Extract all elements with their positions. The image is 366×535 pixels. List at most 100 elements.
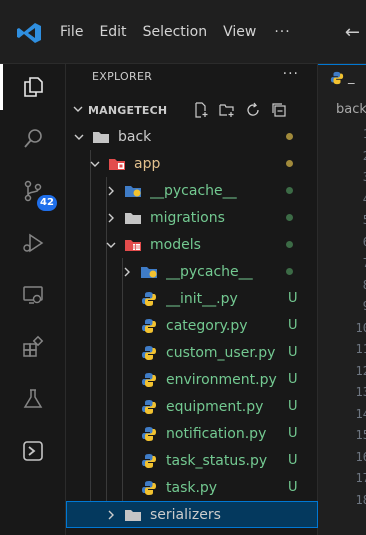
tree-item-label: equipment.py	[166, 398, 264, 415]
refresh-icon[interactable]	[244, 101, 262, 119]
line-number: 1	[318, 127, 366, 141]
new-file-icon[interactable]	[192, 101, 210, 119]
new-folder-icon[interactable]	[218, 101, 236, 119]
chevron-right-icon[interactable]	[120, 265, 134, 279]
activity-search[interactable]	[0, 116, 66, 162]
chevron-down-icon[interactable]	[88, 157, 102, 171]
chevron-down-icon	[72, 103, 84, 118]
git-status-dot	[286, 268, 293, 275]
breadcrumb[interactable]: back	[336, 102, 366, 117]
activity-extensions[interactable]	[0, 324, 66, 370]
chevron-down-icon[interactable]	[104, 238, 118, 252]
activity-terminal[interactable]	[0, 428, 66, 474]
workspace-section-header[interactable]: MANGETECH	[66, 98, 318, 122]
chevron-right-icon[interactable]	[104, 211, 118, 225]
folder-tree-item[interactable]: models	[66, 231, 318, 258]
app-folder-icon	[108, 156, 126, 172]
tree-item-label: notification.py	[166, 425, 267, 442]
activity-remote-explorer[interactable]	[0, 272, 66, 318]
activity-source-control[interactable]: 42	[0, 168, 66, 214]
tree-item-label: app	[134, 155, 161, 172]
menu-file[interactable]: File	[52, 0, 91, 64]
line-number: 16	[355, 449, 366, 464]
folder-tree-item[interactable]: migrations	[66, 204, 318, 231]
file-tree-item[interactable]: task.py U	[66, 474, 318, 501]
line-number: 9	[318, 299, 366, 313]
collapse-all-icon[interactable]	[270, 101, 288, 119]
line-number: 4	[318, 192, 366, 206]
tree-item-label: custom_user.py	[166, 344, 276, 361]
menu-view[interactable]: View	[215, 0, 264, 64]
editor-tab[interactable]: _	[318, 64, 366, 90]
explorer-title: EXPLORER	[92, 70, 153, 83]
explorer-more-button[interactable]: ···	[283, 66, 299, 82]
extensions-icon	[23, 335, 44, 357]
tree-item-label: models	[150, 236, 201, 253]
folder-tree-item[interactable]: __pycache__	[66, 258, 318, 285]
line-number: 2	[318, 149, 366, 163]
line-number: 12	[355, 363, 366, 378]
file-tree-item[interactable]: equipment.py U	[66, 393, 318, 420]
file-tree-item[interactable]: task_status.py U	[66, 447, 318, 474]
tree-item-label: __pycache__	[166, 263, 253, 280]
line-number: 7	[318, 256, 366, 270]
title-bar: File Edit Selection View ··· ←	[0, 0, 366, 64]
file-tree-item[interactable]: category.py U	[66, 312, 318, 339]
run-debug-icon	[23, 233, 44, 253]
workspace-name: MANGETECH	[88, 103, 168, 117]
line-number: 3	[318, 170, 366, 184]
python-folder-icon	[124, 183, 142, 199]
activity-testing[interactable]	[0, 376, 66, 422]
python-file-icon	[140, 318, 158, 334]
folder-tree-item[interactable]: back	[66, 123, 318, 150]
file-tree-item[interactable]: custom_user.py U	[66, 339, 318, 366]
line-number: 5	[318, 213, 366, 227]
file-tree-item[interactable]: notification.py U	[66, 420, 318, 447]
git-status-badge: U	[288, 372, 298, 387]
folder-icon	[124, 507, 142, 523]
git-status-badge: U	[288, 291, 298, 306]
explorer-sidebar: EXPLORER ··· MANGETECH back app __pycache_…	[66, 64, 318, 535]
tree-item-label: migrations	[150, 209, 225, 226]
menu-bar: File Edit Selection View ···	[52, 0, 301, 64]
line-number: 14	[355, 406, 366, 421]
git-status-badge: U	[288, 345, 298, 360]
editor-tab-bar: _	[318, 64, 366, 90]
folder-tree-item[interactable]: serializers	[66, 501, 318, 528]
folder-icon	[92, 129, 110, 145]
editor-tab-label: _	[348, 70, 355, 85]
python-file-icon	[140, 291, 158, 307]
line-number: 6	[318, 235, 366, 249]
back-arrow-icon[interactable]: ←	[345, 22, 360, 43]
python-file-icon	[330, 71, 344, 84]
activity-explorer[interactable]	[0, 64, 66, 110]
menu-more-button[interactable]: ···	[264, 24, 300, 40]
file-tree-item[interactable]: environment.py U	[66, 366, 318, 393]
file-tree-item[interactable]: __init__.py U	[66, 285, 318, 312]
python-file-icon	[140, 453, 158, 469]
git-status-dot	[286, 160, 293, 167]
python-file-icon	[140, 399, 158, 415]
remote-explorer-icon	[23, 286, 43, 304]
folder-tree-item[interactable]: app	[66, 150, 318, 177]
menu-edit[interactable]: Edit	[91, 0, 134, 64]
chevron-right-icon[interactable]	[104, 184, 118, 198]
python-file-icon	[140, 480, 158, 496]
tree-item-label: __init__.py	[166, 290, 238, 307]
folder-tree-item[interactable]: __pycache__	[66, 177, 318, 204]
python-folder-icon	[140, 264, 158, 280]
git-status-badge: U	[288, 480, 298, 495]
source-control-badge: 42	[37, 195, 57, 211]
testing-icon	[23, 389, 43, 408]
activity-run-debug[interactable]	[0, 220, 66, 266]
chevron-down-icon[interactable]	[72, 130, 86, 144]
chevron-right-icon[interactable]	[104, 508, 118, 522]
tree-item-label: serializers	[150, 506, 221, 523]
activity-bar: 42	[0, 64, 66, 535]
tree-item-label: environment.py	[166, 371, 277, 388]
menu-selection[interactable]: Selection	[135, 0, 216, 64]
